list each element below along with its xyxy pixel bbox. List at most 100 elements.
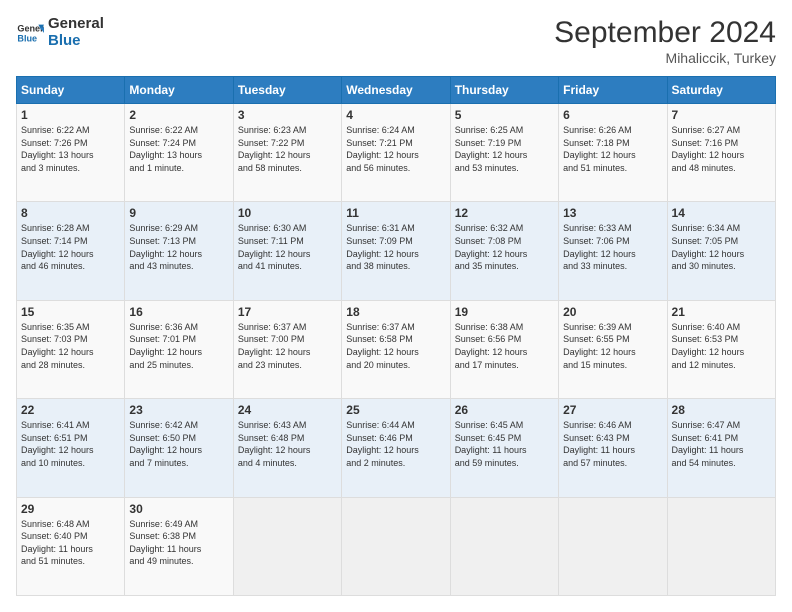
day-number: 16 xyxy=(129,305,228,319)
cell-line: Sunset: 6:53 PM xyxy=(672,333,771,346)
cell-line: Sunset: 6:45 PM xyxy=(455,432,554,445)
calendar-header-row: Sunday Monday Tuesday Wednesday Thursday… xyxy=(17,77,776,104)
day-number: 25 xyxy=(346,403,445,417)
cell-line: Daylight: 12 hours xyxy=(455,149,554,162)
day-content: Sunrise: 6:25 AMSunset: 7:19 PMDaylight:… xyxy=(455,124,554,174)
calendar-cell: 11 Sunrise: 6:31 AMSunset: 7:09 PMDayligh… xyxy=(342,202,450,300)
calendar-cell: 10Sunrise: 6:30 AMSunset: 7:11 PMDayligh… xyxy=(233,202,341,300)
day-number: 6 xyxy=(563,108,662,122)
calendar-cell: 8Sunrise: 6:28 AMSunset: 7:14 PMDaylight… xyxy=(17,202,125,300)
cell-line: and 49 minutes. xyxy=(129,555,228,568)
cell-line: Sunset: 6:41 PM xyxy=(672,432,771,445)
cell-line: Sunrise: 6:30 AM xyxy=(238,222,337,235)
cell-line: and 54 minutes. xyxy=(672,457,771,470)
cell-line: Sunset: 7:22 PM xyxy=(238,137,337,150)
calendar-cell: 12Sunrise: 6:32 AMSunset: 7:08 PMDayligh… xyxy=(450,202,558,300)
cell-line: Sunset: 7:18 PM xyxy=(563,137,662,150)
calendar-cell xyxy=(450,497,558,595)
calendar-cell: 26Sunrise: 6:45 AMSunset: 6:45 PMDayligh… xyxy=(450,399,558,497)
cell-line: Sunset: 7:26 PM xyxy=(21,137,120,150)
header: General Blue General Blue September 2024… xyxy=(16,16,776,66)
cell-line: and 48 minutes. xyxy=(672,162,771,175)
day-content: Sunrise: 6:48 AMSunset: 6:40 PMDaylight:… xyxy=(21,518,120,568)
col-thursday: Thursday xyxy=(450,77,558,104)
day-content: Sunrise: 6:44 AMSunset: 6:46 PMDaylight:… xyxy=(346,419,445,469)
day-number: 23 xyxy=(129,403,228,417)
cell-line: Sunset: 7:24 PM xyxy=(129,137,228,150)
cell-line: Daylight: 13 hours xyxy=(129,149,228,162)
calendar-cell: 27Sunrise: 6:46 AMSunset: 6:43 PMDayligh… xyxy=(559,399,667,497)
cell-line: Sunset: 7:11 PM xyxy=(238,235,337,248)
calendar-cell: 25 Sunrise: 6:44 AMSunset: 6:46 PMDayligh… xyxy=(342,399,450,497)
cell-line: Daylight: 11 hours xyxy=(21,543,120,556)
cell-line: Sunrise: 6:25 AM xyxy=(455,124,554,137)
col-friday: Friday xyxy=(559,77,667,104)
day-number: 20 xyxy=(563,305,662,319)
calendar-week-2: 8Sunrise: 6:28 AMSunset: 7:14 PMDaylight… xyxy=(17,202,776,300)
day-number: 7 xyxy=(672,108,771,122)
cell-line: Sunrise: 6:29 AM xyxy=(129,222,228,235)
cell-line: Sunrise: 6:44 AM xyxy=(346,419,445,432)
cell-line: Daylight: 11 hours xyxy=(563,444,662,457)
day-number: 24 xyxy=(238,403,337,417)
day-content: Sunrise: 6:31 AMSunset: 7:09 PMDaylight:… xyxy=(346,222,445,272)
day-content: Sunrise: 6:23 AMSunset: 7:22 PMDaylight:… xyxy=(238,124,337,174)
cell-line: Sunrise: 6:41 AM xyxy=(21,419,120,432)
day-content: Sunrise: 6:42 AMSunset: 6:50 PMDaylight:… xyxy=(129,419,228,469)
cell-line: Daylight: 11 hours xyxy=(672,444,771,457)
cell-line: Daylight: 12 hours xyxy=(455,248,554,261)
day-content: Sunrise: 6:28 AMSunset: 7:14 PMDaylight:… xyxy=(21,222,120,272)
logo-blue: Blue xyxy=(48,33,104,50)
cell-line: Daylight: 12 hours xyxy=(129,346,228,359)
calendar-cell: 14Sunrise: 6:34 AMSunset: 7:05 PMDayligh… xyxy=(667,202,775,300)
cell-line: Daylight: 12 hours xyxy=(21,346,120,359)
day-content: Sunrise: 6:38 AMSunset: 6:56 PMDaylight:… xyxy=(455,321,554,371)
logo-icon: General Blue xyxy=(16,19,44,47)
day-content: Sunrise: 6:29 AMSunset: 7:13 PMDaylight:… xyxy=(129,222,228,272)
day-content: Sunrise: 6:41 AMSunset: 6:51 PMDaylight:… xyxy=(21,419,120,469)
calendar-cell: 24Sunrise: 6:43 AMSunset: 6:48 PMDayligh… xyxy=(233,399,341,497)
cell-line: Sunset: 6:55 PM xyxy=(563,333,662,346)
cell-line: and 56 minutes. xyxy=(346,162,445,175)
cell-line: Sunset: 6:51 PM xyxy=(21,432,120,445)
calendar-cell: 9Sunrise: 6:29 AMSunset: 7:13 PMDaylight… xyxy=(125,202,233,300)
cell-line: Sunrise: 6:35 AM xyxy=(21,321,120,334)
cell-line: Sunrise: 6:47 AM xyxy=(672,419,771,432)
cell-line: and 38 minutes. xyxy=(346,260,445,273)
cell-line: Sunrise: 6:22 AM xyxy=(129,124,228,137)
calendar-cell: 15Sunrise: 6:35 AMSunset: 7:03 PMDayligh… xyxy=(17,300,125,398)
day-number: 11 xyxy=(346,206,445,220)
day-number: 3 xyxy=(238,108,337,122)
cell-line: and 51 minutes. xyxy=(563,162,662,175)
calendar-week-3: 15Sunrise: 6:35 AMSunset: 7:03 PMDayligh… xyxy=(17,300,776,398)
cell-line: and 12 minutes. xyxy=(672,359,771,372)
cell-line: Sunrise: 6:45 AM xyxy=(455,419,554,432)
day-number: 14 xyxy=(672,206,771,220)
day-content: Sunrise: 6:37 AMSunset: 6:58 PMDaylight:… xyxy=(346,321,445,371)
cell-line: Sunrise: 6:22 AM xyxy=(21,124,120,137)
cell-line: Sunrise: 6:28 AM xyxy=(21,222,120,235)
cell-line: Sunrise: 6:33 AM xyxy=(563,222,662,235)
logo: General Blue General Blue xyxy=(16,16,104,49)
calendar-table: Sunday Monday Tuesday Wednesday Thursday… xyxy=(16,76,776,596)
cell-line: Sunrise: 6:42 AM xyxy=(129,419,228,432)
day-number: 28 xyxy=(672,403,771,417)
cell-line: Daylight: 12 hours xyxy=(238,346,337,359)
cell-line: Sunrise: 6:36 AM xyxy=(129,321,228,334)
cell-line: Daylight: 12 hours xyxy=(21,444,120,457)
cell-line: Daylight: 12 hours xyxy=(563,346,662,359)
calendar-cell xyxy=(559,497,667,595)
cell-line: and 17 minutes. xyxy=(455,359,554,372)
calendar-cell: 5Sunrise: 6:25 AMSunset: 7:19 PMDaylight… xyxy=(450,104,558,202)
cell-line: Sunset: 7:05 PM xyxy=(672,235,771,248)
calendar-cell: 22 Sunrise: 6:41 AMSunset: 6:51 PMDayligh… xyxy=(17,399,125,497)
cell-line: Sunrise: 6:40 AM xyxy=(672,321,771,334)
day-number: 22 xyxy=(21,403,120,417)
day-content: Sunrise: 6:32 AMSunset: 7:08 PMDaylight:… xyxy=(455,222,554,272)
cell-line: and 4 minutes. xyxy=(238,457,337,470)
cell-line: Sunrise: 6:49 AM xyxy=(129,518,228,531)
cell-line: and 7 minutes. xyxy=(129,457,228,470)
cell-line: Sunset: 7:16 PM xyxy=(672,137,771,150)
cell-line: Daylight: 12 hours xyxy=(563,248,662,261)
day-number: 21 xyxy=(672,305,771,319)
